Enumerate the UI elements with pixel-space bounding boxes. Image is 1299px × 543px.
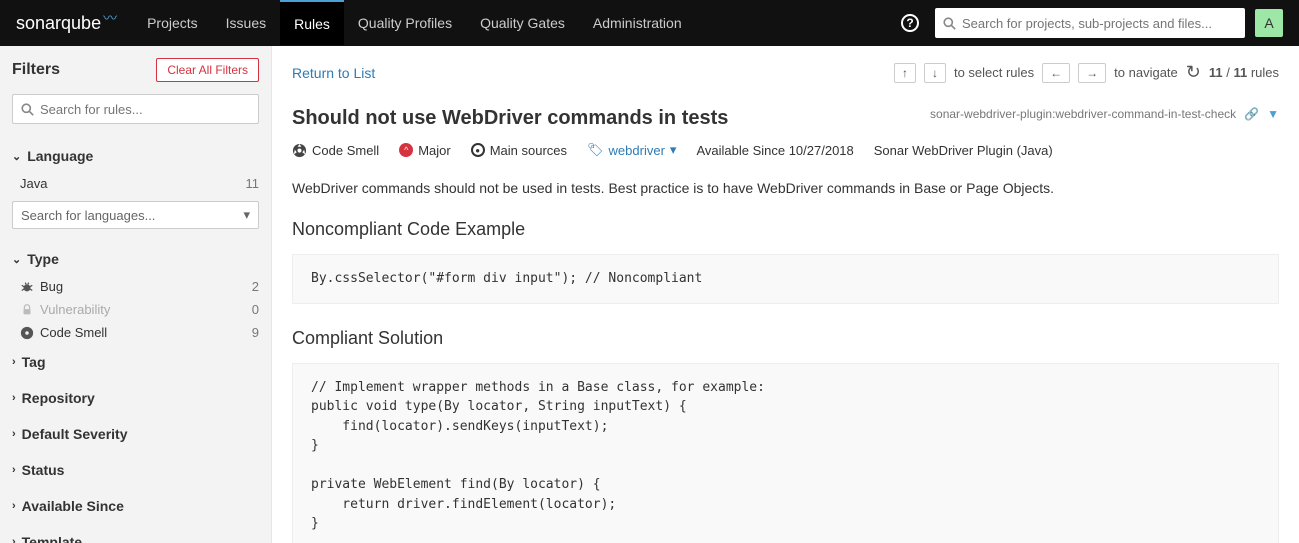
avatar[interactable]: A <box>1255 9 1283 37</box>
facet-type[interactable]: ⌄ Type <box>12 243 259 275</box>
facet-item-java[interactable]: Java 11 <box>12 172 259 195</box>
chevron-right-icon: › <box>12 428 16 440</box>
logo[interactable]: sonarqube〰 <box>16 13 117 34</box>
rule-repository: Sonar WebDriver Plugin (Java) <box>874 143 1053 158</box>
top-nav: sonarqube〰 ProjectsIssuesRulesQuality Pr… <box>0 0 1299 46</box>
main-panel: Return to List ↑ ↓ to select rules ← → t… <box>272 46 1299 543</box>
facet-label: Type <box>27 251 59 267</box>
facet-label: Language <box>27 148 93 164</box>
chevron-down-icon: ⌄ <box>12 150 21 163</box>
rule-meta: Code Smell ^ Major ● Main sources 🏷 webd… <box>292 142 1279 158</box>
facet-template[interactable]: ›Template <box>12 524 259 543</box>
nav-hints: ↑ ↓ to select rules ← → to navigate ↻ 11… <box>894 62 1279 83</box>
chevron-down-icon: ▾ <box>243 207 250 223</box>
nav-item-rules[interactable]: Rules <box>280 0 344 45</box>
facet-repository[interactable]: ›Repository <box>12 380 259 416</box>
chevron-right-icon: › <box>12 356 16 368</box>
nav-item-issues[interactable]: Issues <box>212 0 280 46</box>
rule-count: 11 / 11 rules <box>1209 65 1279 80</box>
nav-item-quality-gates[interactable]: Quality Gates <box>466 0 579 46</box>
code-smell-icon <box>20 326 34 340</box>
major-icon: ^ <box>399 143 413 157</box>
reload-icon[interactable]: ↻ <box>1186 62 1201 83</box>
key-left[interactable]: ← <box>1042 63 1070 83</box>
rule-tags[interactable]: 🏷 webdriver ▾ <box>587 142 676 158</box>
clear-filters-button[interactable]: Clear All Filters <box>156 58 259 82</box>
chevron-right-icon: › <box>12 464 16 476</box>
global-search-input[interactable] <box>962 16 1237 31</box>
bug-icon <box>20 280 34 294</box>
chevron-right-icon: › <box>12 500 16 512</box>
chevron-right-icon: › <box>12 536 16 543</box>
rule-key: sonar-webdriver-plugin:webdriver-command… <box>930 107 1236 121</box>
help-icon[interactable]: ? <box>901 14 919 32</box>
facet-tag[interactable]: ›Tag <box>12 344 259 380</box>
rule-description: WebDriver commands should not be used in… <box>292 178 1279 199</box>
compliant-title: Compliant Solution <box>292 328 1279 349</box>
facet-status[interactable]: ›Status <box>12 452 259 488</box>
chevron-down-icon: ▾ <box>670 142 677 158</box>
facet-language[interactable]: ⌄ Language <box>12 140 259 172</box>
nav-item-projects[interactable]: Projects <box>133 0 212 46</box>
type-item-vulnerability[interactable]: Vulnerability0 <box>12 298 259 321</box>
compliant-code: // Implement wrapper methods in a Base c… <box>292 363 1279 543</box>
global-search[interactable] <box>935 8 1245 38</box>
facet-available-since[interactable]: ›Available Since <box>12 488 259 524</box>
rule-available-since: Available Since 10/27/2018 <box>696 143 853 158</box>
rule-type: Code Smell <box>292 143 379 158</box>
return-to-list-link[interactable]: Return to List <box>292 65 375 81</box>
key-right[interactable]: → <box>1078 63 1106 83</box>
code-smell-icon <box>292 143 307 158</box>
filter-icon[interactable]: ▼ <box>1267 107 1279 121</box>
rule-severity: ^ Major <box>399 143 451 158</box>
filters-title: Filters <box>12 61 60 79</box>
type-item-bug[interactable]: Bug2 <box>12 275 259 298</box>
search-icon <box>943 17 956 30</box>
chevron-right-icon: › <box>12 392 16 404</box>
nav-item-administration[interactable]: Administration <box>579 0 696 46</box>
link-icon[interactable]: 🔗 <box>1244 107 1259 121</box>
key-up[interactable]: ↑ <box>894 63 916 83</box>
facet-default-severity[interactable]: ›Default Severity <box>12 416 259 452</box>
rule-search-input[interactable] <box>40 102 250 117</box>
chevron-down-icon: ⌄ <box>12 253 21 266</box>
key-down[interactable]: ↓ <box>924 63 946 83</box>
logo-text-a: sonar <box>16 13 61 34</box>
nav-items: ProjectsIssuesRulesQuality ProfilesQuali… <box>133 0 696 46</box>
target-icon: ● <box>471 143 485 157</box>
rule-scope: ● Main sources <box>471 143 567 158</box>
logo-text-b: qube <box>61 13 101 34</box>
rule-title: Should not use WebDriver commands in tes… <box>292 107 728 130</box>
language-search-select[interactable]: Search for languages... ▾ <box>12 201 259 229</box>
vulnerability-icon <box>20 303 34 317</box>
search-icon <box>21 103 34 116</box>
sidebar: Filters Clear All Filters ⌄ Language Jav… <box>0 46 272 543</box>
tags-icon: 🏷 <box>587 142 604 158</box>
nav-item-quality-profiles[interactable]: Quality Profiles <box>344 0 466 46</box>
rule-search[interactable] <box>12 94 259 124</box>
noncompliant-code: By.cssSelector("#form div input"); // No… <box>292 254 1279 304</box>
logo-wave-icon: 〰 <box>103 8 117 28</box>
type-item-code-smell[interactable]: Code Smell9 <box>12 321 259 344</box>
noncompliant-title: Noncompliant Code Example <box>292 219 1279 240</box>
